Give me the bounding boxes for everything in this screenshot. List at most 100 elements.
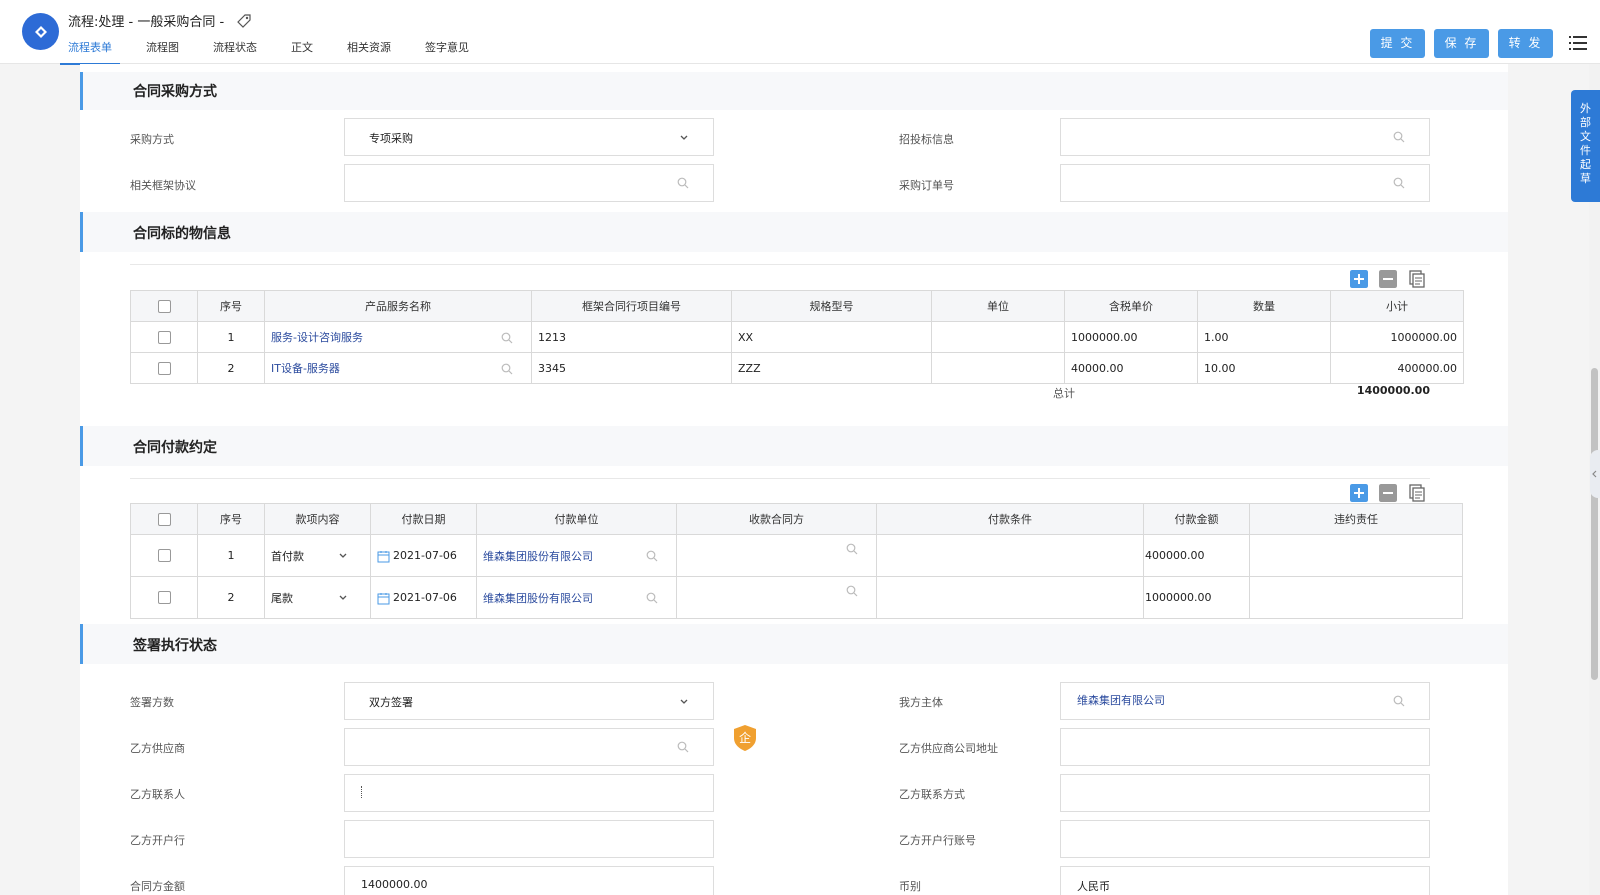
forward-button[interactable]: 转 发 — [1498, 29, 1553, 58]
purchase-order-input[interactable] — [1060, 164, 1430, 202]
search-icon[interactable] — [677, 177, 689, 189]
copy-row-icon[interactable] — [1408, 484, 1426, 502]
currency-input[interactable]: 人民币 — [1060, 866, 1430, 895]
search-icon[interactable] — [846, 543, 858, 555]
payment-condition-cell[interactable] — [876, 534, 1144, 577]
payer-link[interactable]: 维森集团股份有限公司 — [483, 550, 593, 563]
row-checkbox[interactable] — [157, 591, 171, 605]
row-number: 2 — [197, 576, 265, 619]
payment-amount-cell[interactable]: 400000.00 — [1143, 534, 1250, 577]
submit-button[interactable]: 提 交 — [1370, 29, 1425, 58]
table-row: 1 首付款 2021-07-06 维森集团股份有限公司 400000.00 — [130, 534, 1463, 577]
liability-cell[interactable] — [1249, 534, 1463, 577]
payer-cell[interactable]: 维森集团股份有限公司 — [476, 534, 677, 577]
product-name-link[interactable]: 服务-设计咨询服务 — [271, 331, 363, 344]
product-name-link[interactable]: IT设备-服务器 — [271, 362, 340, 375]
unit-price-cell[interactable]: 40000.00 — [1064, 352, 1198, 384]
spec-cell[interactable]: ZZZ — [731, 352, 932, 384]
row-select-cell[interactable] — [130, 576, 198, 619]
payment-content-select[interactable]: 尾款 — [264, 576, 371, 619]
payment-date-cell[interactable]: 2021-07-06 — [370, 576, 477, 619]
scrollbar-thumb[interactable] — [1591, 368, 1598, 680]
bid-info-input[interactable] — [1060, 118, 1430, 156]
search-icon[interactable] — [646, 550, 658, 562]
remove-row-icon[interactable] — [1379, 270, 1397, 288]
payment-amount-cell[interactable]: 1000000.00 — [1143, 576, 1250, 619]
product-name-cell[interactable]: IT设备-服务器 — [264, 352, 532, 384]
column-header: 规格型号 — [731, 290, 932, 322]
our-entity-value[interactable]: 维森集团有限公司 — [1077, 692, 1165, 708]
payment-content-select[interactable]: 首付款 — [264, 534, 371, 577]
payer-cell[interactable]: 维森集团股份有限公司 — [476, 576, 677, 619]
contact-method-label: 乙方联系方式 — [899, 788, 965, 801]
enterprise-badge-icon[interactable]: 企 — [732, 724, 758, 752]
liability-cell[interactable] — [1249, 576, 1463, 619]
payee-cell[interactable] — [676, 534, 877, 577]
tab-flowchart[interactable]: 流程图 — [138, 38, 187, 64]
contact-method-input[interactable] — [1060, 774, 1430, 812]
search-icon[interactable] — [677, 741, 689, 753]
search-icon[interactable] — [501, 363, 513, 375]
item-number-cell[interactable]: 3345 — [531, 352, 732, 384]
quantity-cell[interactable]: 1.00 — [1197, 321, 1331, 353]
tab-body-text[interactable]: 正文 — [283, 38, 321, 64]
select-all-cell[interactable] — [130, 290, 198, 322]
tab-form[interactable]: 流程表单 — [60, 38, 120, 65]
tab-flow-status[interactable]: 流程状态 — [205, 38, 265, 64]
search-icon[interactable] — [501, 332, 513, 344]
save-button[interactable]: 保 存 — [1434, 29, 1489, 58]
table-header-row: 序号 款项内容 付款日期 付款单位 收款合同方 付款条件 付款金额 违约责任 — [130, 503, 1463, 535]
bank-input[interactable] — [344, 820, 714, 858]
tab-sign-opinions[interactable]: 签字意见 — [417, 38, 477, 64]
payment-date-cell[interactable]: 2021-07-06 — [370, 534, 477, 577]
unit-cell[interactable] — [931, 321, 1065, 353]
search-icon[interactable] — [846, 585, 858, 597]
divider — [130, 264, 1430, 265]
search-icon[interactable] — [1393, 695, 1405, 707]
select-all-cell[interactable] — [130, 503, 198, 535]
item-number-cell[interactable]: 1213 — [531, 321, 732, 353]
our-entity-input[interactable]: 维森集团有限公司 — [1060, 682, 1430, 720]
unit-price-cell[interactable]: 1000000.00 — [1064, 321, 1198, 353]
framework-agreement-input[interactable] — [344, 164, 714, 202]
tab-related-resources[interactable]: 相关资源 — [339, 38, 399, 64]
sign-parties-select[interactable]: 双方签署 — [344, 682, 714, 720]
payee-cell[interactable] — [676, 576, 877, 619]
menu-list-icon[interactable] — [1569, 36, 1587, 50]
select-all-checkbox[interactable] — [157, 512, 171, 526]
subtotal-cell: 400000.00 — [1330, 352, 1464, 384]
spec-cell[interactable]: XX — [731, 321, 932, 353]
bid-info-label: 招投标信息 — [899, 133, 954, 146]
app-logo[interactable] — [22, 13, 59, 50]
search-icon[interactable] — [1393, 177, 1405, 189]
remove-row-icon[interactable] — [1379, 484, 1397, 502]
contact-input[interactable] — [344, 774, 714, 812]
quantity-cell[interactable]: 10.00 — [1197, 352, 1331, 384]
add-row-icon[interactable] — [1350, 270, 1368, 288]
row-select-cell[interactable] — [130, 321, 198, 353]
search-icon[interactable] — [646, 592, 658, 604]
row-checkbox[interactable] — [157, 361, 171, 375]
row-checkbox[interactable] — [157, 549, 171, 563]
bank-account-input[interactable] — [1060, 820, 1430, 858]
add-row-icon[interactable] — [1350, 484, 1368, 502]
product-name-cell[interactable]: 服务-设计咨询服务 — [264, 321, 532, 353]
supplier-address-input[interactable] — [1060, 728, 1430, 766]
calendar-icon[interactable] — [377, 592, 390, 605]
payer-link[interactable]: 维森集团股份有限公司 — [483, 592, 593, 605]
supplier-input[interactable] — [344, 728, 714, 766]
external-draft-tab[interactable]: 外部文件起草 — [1571, 90, 1600, 202]
copy-row-icon[interactable] — [1408, 270, 1426, 288]
select-all-checkbox[interactable] — [157, 299, 171, 313]
purchase-method-select[interactable]: 专项采购 — [344, 118, 714, 156]
unit-cell[interactable] — [931, 352, 1065, 384]
tag-icon[interactable] — [236, 13, 252, 29]
row-select-cell[interactable] — [130, 352, 198, 384]
row-checkbox[interactable] — [157, 330, 171, 344]
calendar-icon[interactable] — [377, 550, 390, 563]
panel-collapse-handle[interactable] — [1590, 450, 1600, 498]
row-select-cell[interactable] — [130, 534, 198, 577]
contract-amount-input[interactable]: 1400000.00 — [344, 866, 714, 895]
search-icon[interactable] — [1393, 131, 1405, 143]
payment-condition-cell[interactable] — [876, 576, 1144, 619]
